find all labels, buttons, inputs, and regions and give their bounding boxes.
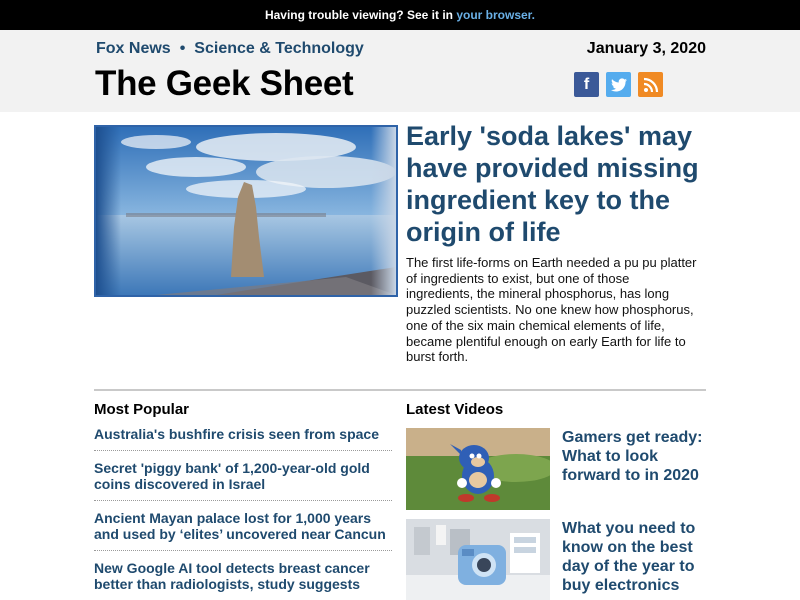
video-title[interactable]: Gamers get ready: What to look forward t… [562, 428, 708, 485]
twitter-bird-glyph [610, 77, 627, 91]
banner-text: Having trouble viewing? See it in [264, 8, 457, 22]
issue-date: January 3, 2020 [586, 40, 706, 57]
header: Fox News • Science & Technology January 3,… [0, 30, 800, 112]
sonic-thumbnail-image [406, 428, 550, 510]
video-thumbnail[interactable] [406, 519, 550, 600]
social-links: f [574, 72, 663, 97]
facebook-glyph: f [583, 75, 590, 93]
hero-summary: The first life-forms on Earth needed a p… [406, 255, 697, 365]
hero-headline[interactable]: Early 'soda lakes' may have provided mis… [406, 120, 716, 248]
facebook-icon[interactable]: f [574, 72, 599, 97]
section-divider [94, 389, 706, 391]
twitter-icon[interactable] [606, 72, 631, 97]
nav-separator: • [179, 40, 186, 57]
video-title[interactable]: What you need to know on the best day of… [562, 519, 708, 595]
hero-image[interactable] [94, 125, 398, 297]
nav-fox-news-link[interactable]: Fox News [96, 40, 171, 57]
list-item[interactable]: New Google AI tool detects breast cancer… [94, 560, 392, 600]
nav-breadcrumb: Fox News • Science & Technology [96, 40, 364, 58]
list-item[interactable]: Australia's bushfire crisis seen from sp… [94, 426, 392, 451]
list-item[interactable]: Secret 'piggy bank' of 1,200-year-old go… [94, 460, 392, 501]
latest-videos-heading: Latest Videos [406, 401, 504, 418]
rss-icon[interactable] [638, 72, 663, 97]
soda-lake-photo [96, 127, 396, 295]
most-popular-heading: Most Popular [94, 401, 190, 418]
rss-glyph [643, 77, 658, 92]
nav-science-tech-link[interactable]: Science & Technology [194, 40, 364, 57]
top-banner: Having trouble viewing? See it in your b… [0, 0, 800, 30]
newsletter-title[interactable]: The Geek Sheet [95, 64, 354, 104]
most-popular-list: Australia's bushfire crisis seen from sp… [94, 426, 392, 600]
video-thumbnail[interactable] [406, 428, 550, 510]
electronics-thumbnail-image [406, 519, 550, 600]
view-in-browser-link[interactable]: your browser. [456, 8, 535, 22]
list-item[interactable]: Ancient Mayan palace lost for 1,000 year… [94, 510, 392, 551]
